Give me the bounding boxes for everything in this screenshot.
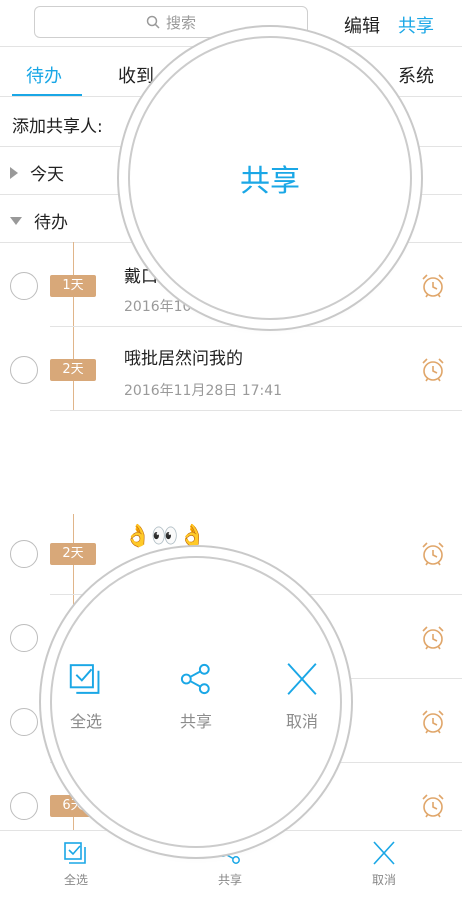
row-date: 2016年10 bbox=[124, 299, 192, 315]
row-checkbox[interactable] bbox=[10, 540, 38, 568]
share-icon bbox=[180, 663, 210, 695]
edit-button[interactable]: 编辑 bbox=[344, 12, 380, 38]
search-placeholder: 搜索 bbox=[165, 13, 196, 32]
days-badge: 2天 bbox=[50, 543, 96, 565]
magnified-share: 共享 bbox=[156, 662, 236, 732]
expanded-arrow-icon bbox=[10, 216, 22, 225]
select-all-button[interactable]: 全选 bbox=[36, 841, 116, 888]
magnifier-toolbar: 全选 共享 取消 bbox=[50, 556, 342, 848]
tab-system[interactable]: 系统 bbox=[398, 62, 434, 88]
magnifier-share: 共享 bbox=[128, 36, 412, 320]
row-date: 2016年11月28日 17:41 bbox=[124, 383, 283, 399]
share-button[interactable]: 共享 bbox=[190, 841, 270, 888]
row-divider bbox=[50, 326, 462, 327]
group-todo[interactable]: 待办 bbox=[10, 208, 68, 233]
alarm-icon[interactable] bbox=[420, 792, 446, 820]
alarm-icon[interactable] bbox=[420, 708, 446, 736]
add-sharer-label[interactable]: 添加共享人: bbox=[12, 112, 103, 137]
search-input[interactable]: 搜索 bbox=[34, 6, 308, 38]
select-all-label: 全选 bbox=[69, 712, 102, 731]
share-label: 共享 bbox=[217, 873, 242, 887]
cancel-label: 取消 bbox=[285, 712, 318, 731]
group-label: 今天 bbox=[30, 165, 64, 185]
collapsed-arrow-icon bbox=[10, 166, 18, 179]
share-button[interactable]: 共享 bbox=[398, 12, 434, 38]
group-label: 待办 bbox=[34, 213, 68, 233]
row-checkbox[interactable] bbox=[10, 624, 38, 652]
magnified-cancel: 取消 bbox=[262, 662, 340, 732]
row-checkbox[interactable] bbox=[10, 356, 38, 384]
search-icon bbox=[146, 15, 160, 29]
select-all-label: 全选 bbox=[63, 873, 88, 887]
app-screen: 搜索 编辑 共享 待办 收到 系统 添加共享人: 今天 待办 1天 戴口 201… bbox=[0, 0, 462, 898]
days-badge: 1天 bbox=[50, 275, 96, 297]
alarm-icon[interactable] bbox=[420, 624, 446, 652]
share-label: 共享 bbox=[179, 712, 212, 731]
tab-received[interactable]: 收到 bbox=[118, 62, 154, 88]
cancel-button[interactable]: 取消 bbox=[344, 841, 424, 888]
row-divider bbox=[50, 410, 462, 411]
magnified-select-all: 全选 bbox=[52, 662, 126, 732]
tab-todo[interactable]: 待办 bbox=[26, 62, 62, 88]
row-title[interactable]: 哦批居然问我的 bbox=[124, 344, 243, 369]
cancel-label: 取消 bbox=[371, 873, 396, 887]
row-checkbox[interactable] bbox=[10, 708, 38, 736]
row-title[interactable]: 👌👀👌 bbox=[124, 524, 206, 549]
select-all-icon bbox=[69, 664, 100, 694]
alarm-icon[interactable] bbox=[420, 272, 446, 300]
alarm-icon[interactable] bbox=[420, 356, 446, 384]
group-today[interactable]: 今天 bbox=[10, 160, 64, 185]
alarm-icon[interactable] bbox=[420, 540, 446, 568]
row-checkbox[interactable] bbox=[10, 792, 38, 820]
select-all-icon bbox=[64, 842, 86, 864]
close-icon bbox=[287, 663, 317, 695]
magnified-share-label: 共享 bbox=[240, 164, 300, 199]
row-title[interactable]: 戴口 bbox=[124, 262, 158, 287]
row-checkbox[interactable] bbox=[10, 272, 38, 300]
days-badge: 2天 bbox=[50, 359, 96, 381]
close-icon bbox=[373, 841, 395, 865]
